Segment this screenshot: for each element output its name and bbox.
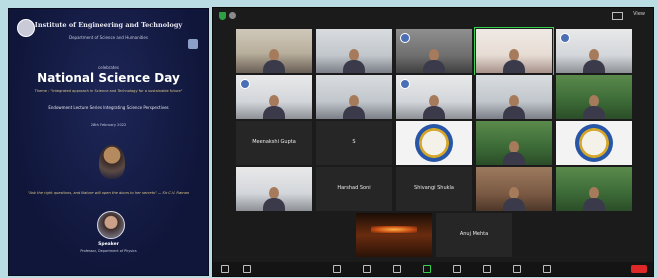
participant-video	[343, 49, 365, 73]
event-poster: Institute of Engineering and Technology …	[8, 8, 209, 276]
virtual-background-logo-icon	[560, 33, 570, 43]
partner-logo-icon	[188, 39, 198, 49]
participant-body	[503, 106, 525, 119]
participant-tile[interactable]: Meenakshi Gupta	[235, 120, 313, 166]
virtual-background-logo-icon	[400, 33, 410, 43]
participant-tile[interactable]	[474, 27, 554, 75]
participant-tile[interactable]	[395, 120, 473, 166]
poster-theme: Theme : "Integrated approach in Science …	[34, 89, 183, 93]
shield-icon[interactable]	[219, 12, 226, 20]
meeting-toolbar	[213, 262, 653, 276]
meeting-window: View Meenakshi Gupta S Harshad Soni Shivang…	[212, 7, 654, 277]
participant-tile[interactable]	[355, 212, 433, 258]
participant-display-name: Shivangi Shukla	[414, 185, 454, 192]
participant-video	[503, 187, 525, 211]
participant-tile[interactable]	[555, 74, 633, 120]
participant-video	[263, 187, 285, 211]
portrait-image	[99, 145, 125, 179]
participant-tile[interactable]	[555, 120, 633, 166]
security-icon[interactable]	[333, 265, 341, 273]
video-icon[interactable]	[243, 265, 251, 273]
participant-body	[343, 60, 365, 73]
participant-video	[263, 95, 285, 119]
participant-body	[503, 60, 525, 73]
view-button[interactable]: View	[633, 11, 645, 17]
participant-display-name: Meenakshi Gupta	[252, 139, 296, 146]
participant-tile[interactable]	[475, 166, 553, 212]
participants-icon[interactable]	[363, 265, 371, 273]
poster-celebrates: celebrates	[98, 65, 119, 70]
participant-tile[interactable]	[315, 74, 393, 120]
view-icon[interactable]	[612, 12, 623, 20]
participant-tile[interactable]	[395, 28, 473, 74]
participant-body	[423, 106, 445, 119]
participant-body	[263, 198, 285, 211]
participant-tile[interactable]	[475, 120, 553, 166]
poster-event-title: National Science Day	[37, 71, 180, 85]
participant-body	[503, 152, 525, 165]
speaker-avatar	[97, 211, 125, 239]
participant-display-name: S	[352, 139, 356, 146]
poster-speaker-role: Professor, Department of Physics	[80, 249, 137, 253]
participant-display-name: Harshad Soni	[337, 185, 371, 192]
participant-video	[423, 49, 445, 73]
end-button[interactable]	[631, 265, 647, 273]
participant-video	[503, 95, 525, 119]
participant-video	[583, 49, 605, 73]
info-icon[interactable]	[229, 12, 236, 19]
participant-video	[343, 95, 365, 119]
participant-body	[263, 106, 285, 119]
institute-seal-icon	[575, 124, 613, 162]
participant-video	[503, 141, 525, 165]
participant-body	[343, 106, 365, 119]
poster-department: Department of Science and Humanities	[69, 35, 148, 40]
poster-quote: "Ask the right questions, and Nature wil…	[27, 191, 190, 195]
poster-institute: Institute of Engineering and Technology	[34, 21, 183, 29]
virtual-background-logo-icon	[400, 79, 410, 89]
participant-tile[interactable]: Anuj Mehta	[435, 212, 513, 258]
record-icon[interactable]	[453, 265, 461, 273]
institute-seal-icon	[415, 124, 453, 162]
participant-tile[interactable]	[395, 74, 473, 120]
participant-tile[interactable]	[555, 28, 633, 74]
participant-tile[interactable]: Harshad Soni	[315, 166, 393, 212]
participant-body	[263, 60, 285, 73]
mic-icon[interactable]	[221, 265, 229, 273]
poster-date: 28th February 2022	[90, 123, 127, 127]
reactions-icon[interactable]	[483, 265, 491, 273]
participant-tile[interactable]: S	[315, 120, 393, 166]
participant-video	[423, 95, 445, 119]
apps-icon[interactable]	[513, 265, 521, 273]
participant-video	[263, 49, 285, 73]
participant-video	[583, 187, 605, 211]
participant-body	[503, 198, 525, 211]
participant-body	[583, 198, 605, 211]
poster-speaker-name: Speaker	[98, 242, 119, 247]
participant-video	[503, 49, 525, 73]
participant-tile[interactable]	[315, 28, 393, 74]
chat-icon[interactable]	[393, 265, 401, 273]
participant-display-name: Anuj Mehta	[459, 231, 489, 238]
whiteboard-icon[interactable]	[543, 265, 551, 273]
participant-tile[interactable]	[475, 74, 553, 120]
participant-video	[583, 95, 605, 119]
participant-body	[583, 106, 605, 119]
participant-body	[583, 60, 605, 73]
participant-body	[423, 60, 445, 73]
participant-tile[interactable]	[555, 166, 633, 212]
participant-tile[interactable]	[235, 28, 313, 74]
participant-tile[interactable]: Shivangi Shukla	[395, 166, 473, 212]
participant-tile[interactable]	[235, 166, 313, 212]
glow-image	[371, 226, 417, 234]
virtual-background-logo-icon	[240, 79, 250, 89]
meeting-topbar: View	[213, 8, 653, 24]
poster-lecture: Endowment Lecture Series Integrating Sci…	[48, 105, 169, 110]
share-screen-icon[interactable]	[423, 265, 431, 273]
participant-tile[interactable]	[235, 74, 313, 120]
